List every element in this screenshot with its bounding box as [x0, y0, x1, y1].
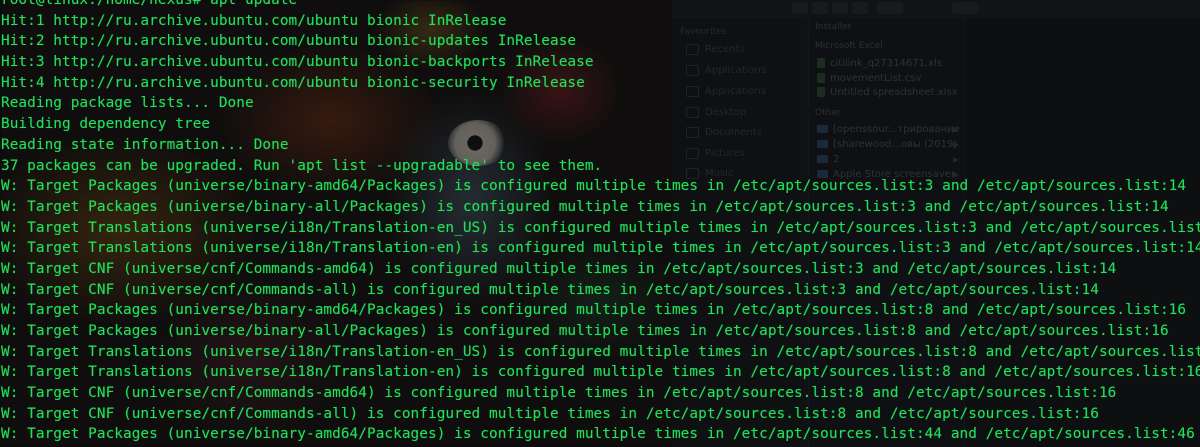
terminal-line: 37 packages can be upgraded. Run 'apt li…: [1, 157, 603, 174]
terminal-line: W: Target Packages (universe/binary-all/…: [1, 323, 1169, 339]
terminal-line: W: Target CNF (universe/cnf/Commands-all…: [1, 281, 1099, 298]
terminal-line: W: Target Packages (universe/binary-amd6…: [1, 302, 1187, 319]
terminal-line: Hit:2 http://ru.archive.ubuntu.com/ubunt…: [1, 33, 577, 50]
terminal-line: W: Target Translations (universe/i18n/Tr…: [1, 343, 1200, 360]
terminal-line: W: Target Packages (universe/binary-amd6…: [1, 178, 1187, 195]
terminal-line: Hit:1 http://ru.archive.ubuntu.com/ubunt…: [1, 12, 507, 29]
terminal-line: W: Target Translations (universe/i18n/Tr…: [1, 364, 1200, 381]
terminal-line: root@linux:/home/nexus# apt update: [1, 0, 298, 8]
terminal-window[interactable]: root@linux:/home/nexus# apt update Hit:1 …: [0, 0, 1200, 447]
terminal-line: Reading state information... Done: [1, 136, 289, 153]
terminal-line: Hit:4 http://ru.archive.ubuntu.com/ubunt…: [1, 74, 585, 91]
terminal-line: W: Target CNF (universe/cnf/Commands-all…: [1, 405, 1099, 422]
terminal-line: Building dependency tree: [1, 116, 211, 133]
terminal-output: root@linux:/home/nexus# apt update Hit:1 …: [1, 0, 1200, 445]
terminal-line: W: Target CNF (universe/cnf/Commands-amd…: [1, 385, 1117, 402]
terminal-line: W: Target Packages (universe/binary-amd6…: [1, 426, 1195, 443]
terminal-line: W: Target Packages (universe/binary-all/…: [1, 198, 1169, 215]
terminal-line: Hit:3 http://ru.archive.ubuntu.com/ubunt…: [1, 54, 594, 71]
terminal-line: W: Target Translations (universe/i18n/Tr…: [1, 219, 1200, 236]
terminal-line: Reading package lists... Done: [1, 95, 254, 112]
terminal-line: W: Target CNF (universe/cnf/Commands-amd…: [1, 260, 1117, 277]
terminal-line: W: Target Translations (universe/i18n/Tr…: [1, 240, 1200, 257]
